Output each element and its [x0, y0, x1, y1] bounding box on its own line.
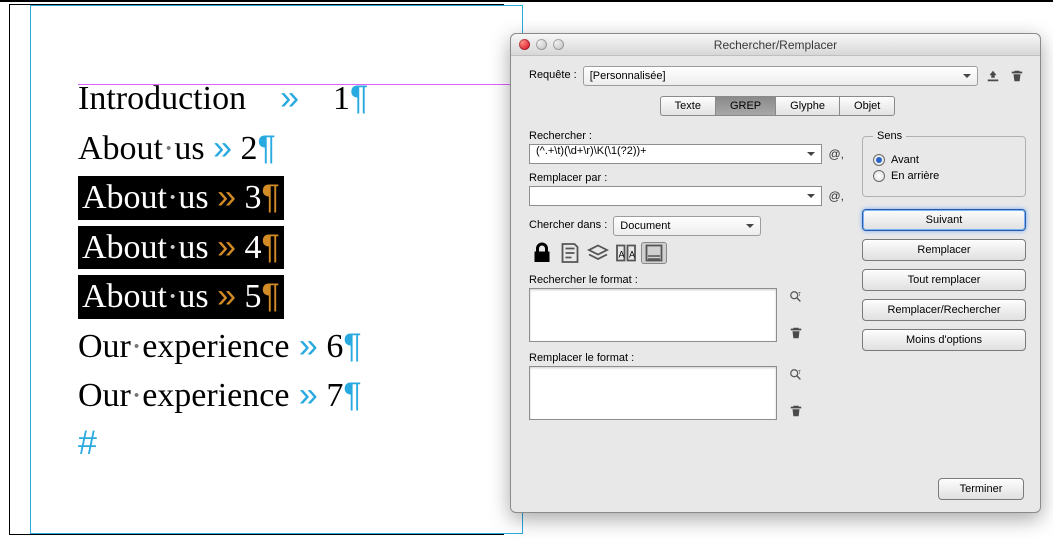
direction-forward-label: Avant — [891, 154, 919, 166]
search-in-select[interactable]: Document — [613, 216, 761, 236]
find-label: Rechercher : — [529, 130, 844, 142]
end-of-story-marker: # — [78, 424, 518, 463]
tab-text[interactable]: Texte — [660, 96, 715, 116]
svg-text:T: T — [798, 370, 802, 376]
find-input[interactable]: (^.+\t)(\d+\r)\K(\1(?2))+ — [529, 144, 822, 164]
direction-backward-radio[interactable] — [873, 170, 885, 182]
find-format-box[interactable] — [529, 288, 777, 342]
replace-find-button[interactable]: Remplacer/Rechercher — [862, 299, 1026, 321]
mode-tabs: Texte GREP Glyphe Objet — [529, 96, 1026, 116]
replace-all-button[interactable]: Tout remplacer — [862, 269, 1026, 291]
clear-replace-format-icon[interactable] — [787, 402, 805, 420]
find-format-label: Rechercher le format : — [529, 274, 844, 286]
direction-backward-label: En arrière — [891, 170, 939, 182]
tab-object[interactable]: Objet — [839, 96, 895, 116]
specify-find-format-icon[interactable]: T — [787, 288, 805, 306]
svg-text:A: A — [619, 250, 625, 260]
tab-glyph[interactable]: Glyphe — [775, 96, 839, 116]
done-button[interactable]: Terminer — [938, 478, 1024, 500]
direction-legend: Sens — [873, 130, 906, 142]
fewer-options-button[interactable]: Moins d'options — [862, 329, 1026, 351]
search-in-label: Chercher dans : — [529, 219, 607, 231]
scope-locked-layers-icon[interactable] — [529, 242, 555, 264]
replace-button[interactable]: Remplacer — [862, 239, 1026, 261]
load-query-icon[interactable] — [984, 67, 1002, 85]
paragraph-row: Our·experience » 7¶ — [78, 374, 518, 418]
paragraph-row-selected: About·us » 5¶ — [78, 275, 518, 319]
svg-text:T: T — [798, 292, 802, 298]
paragraph-row: Introduction » 1¶ — [78, 77, 518, 121]
paragraph-row: About·us » 2¶ — [78, 127, 518, 171]
scope-locked-stories-icon[interactable] — [557, 242, 583, 264]
direction-group: Sens Avant En arrière — [862, 130, 1026, 197]
replace-special-menu-icon[interactable]: @, — [828, 189, 844, 203]
replace-input[interactable] — [529, 186, 822, 206]
replace-format-box[interactable] — [529, 366, 777, 420]
query-label: Requête : — [529, 69, 577, 81]
scope-footnotes-icon[interactable] — [641, 242, 667, 264]
clear-find-format-icon[interactable] — [787, 324, 805, 342]
svg-text:A: A — [629, 250, 635, 260]
specify-replace-format-icon[interactable]: T — [787, 366, 805, 384]
paragraph-row-selected: About·us » 3¶ — [78, 176, 518, 220]
find-special-menu-icon[interactable]: @, — [828, 147, 844, 161]
paragraph-row: Our·experience » 6¶ — [78, 325, 518, 369]
dialog-titlebar[interactable]: Rechercher/Remplacer — [511, 34, 1040, 56]
replace-label: Remplacer par : — [529, 172, 844, 184]
dialog-title: Rechercher/Remplacer — [511, 38, 1040, 52]
find-next-button[interactable]: Suivant — [862, 209, 1026, 231]
document-text-frame[interactable]: Introduction » 1¶ About·us » 2¶ About·us… — [78, 77, 518, 463]
delete-query-icon[interactable] — [1008, 67, 1026, 85]
scope-hidden-layers-icon[interactable] — [585, 242, 611, 264]
replace-format-label: Remplacer le format : — [529, 352, 844, 364]
scope-master-pages-icon[interactable]: AA — [613, 242, 639, 264]
tab-grep[interactable]: GREP — [715, 96, 775, 116]
direction-forward-radio[interactable] — [873, 154, 885, 166]
query-select[interactable]: [Personnalisée] — [583, 66, 978, 86]
paragraph-row-selected: About·us » 4¶ — [78, 226, 518, 270]
find-replace-dialog: Rechercher/Remplacer Requête : [Personna… — [510, 33, 1041, 513]
